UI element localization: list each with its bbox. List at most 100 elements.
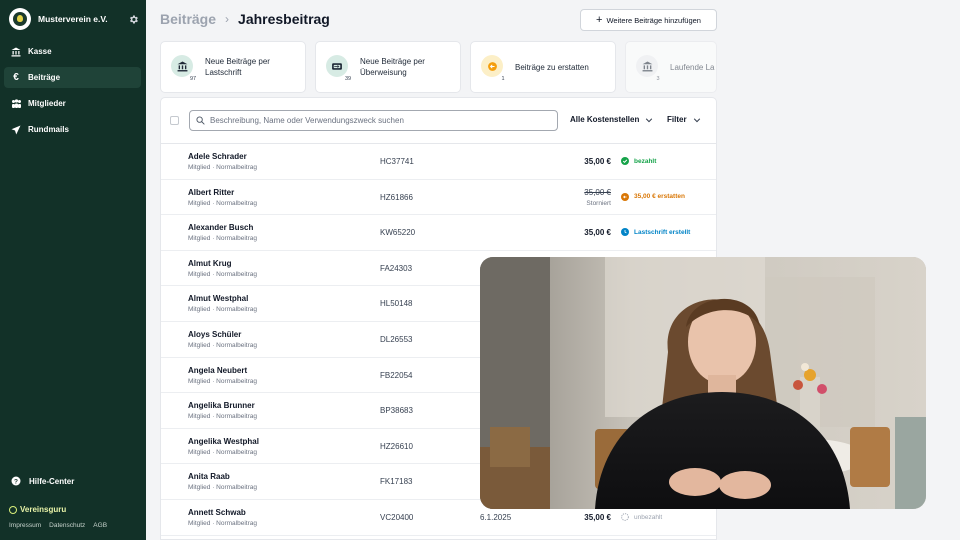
table-row[interactable]: Adele Schrader Mitglied · Normalbeitrag HC… [161, 144, 716, 180]
amount: 35,00 € [584, 157, 611, 166]
member-subtitle: Mitglied · Normalbeitrag [188, 342, 257, 349]
status-paid-icon [621, 157, 629, 165]
amount: 35,00 € [584, 187, 611, 197]
member-subtitle: Mitglied · Normalbeitrag [188, 164, 257, 171]
card-icon-wrap: 97 [171, 55, 199, 83]
presenter-video [480, 257, 926, 509]
add-contributions-button[interactable]: + Weitere Beiträge hinzufügen [580, 9, 717, 31]
member-subtitle: Mitglied · Normalbeitrag [188, 448, 257, 456]
help-center-label: Hilfe-Center [29, 476, 75, 486]
amount: 35,00 € [584, 228, 611, 238]
card-label: Beiträge zu erstatten [515, 62, 589, 72]
breadcrumb-parent[interactable]: Beiträge [160, 11, 216, 27]
status-debit-icon [621, 228, 629, 237]
member-subtitle: Mitglied · Normalbeitrag [188, 520, 257, 527]
select-all-checkbox[interactable] [170, 116, 179, 125]
member-subtitle: Mitglied · Normalbeitrag [188, 413, 257, 421]
chevron-down-icon [646, 117, 653, 122]
search-input[interactable] [210, 116, 550, 125]
add-contributions-label: Weitere Beiträge hinzufügen [606, 15, 701, 25]
member-name[interactable]: Almut Krug [188, 259, 232, 268]
status-label: Lastschrift erstellt [634, 228, 691, 236]
sidebar-item-beitraege[interactable]: € Beiträge [4, 67, 141, 88]
footer-link-impressum[interactable]: Impressum [9, 522, 41, 529]
member-name[interactable]: Angelika Brunner [188, 401, 255, 410]
bank-icon [10, 46, 22, 58]
member-subtitle: Mitglied · Normalbeitrag [188, 199, 257, 207]
status-badge[interactable]: 35,00 € erstatten [621, 192, 685, 201]
org-logo [9, 8, 31, 30]
svg-text:?: ? [14, 478, 18, 485]
member-name[interactable]: Alexander Busch [188, 223, 253, 232]
sidebar-item-label: Mitglieder [28, 99, 66, 108]
filter-dropdown[interactable]: Filter [667, 115, 701, 124]
status-unpaid-icon [621, 513, 629, 521]
member-name[interactable]: Anita Raab [188, 472, 230, 481]
presenter-video-frame [480, 257, 926, 509]
table-toolbar: Alle Kostenstellen Filter [161, 98, 716, 144]
footer-links: Impressum Datenschutz AGB [9, 522, 107, 529]
chevron-down-icon [693, 117, 700, 122]
member-name[interactable]: Albert Ritter [188, 188, 234, 197]
payment-reference: FK17183 [380, 477, 413, 487]
search-icon [196, 112, 205, 130]
count-badge: 3 [652, 74, 664, 83]
cost-center-dropdown[interactable]: Alle Kostenstellen [570, 115, 653, 124]
member-subtitle: Mitglied · Normalbeitrag [188, 306, 257, 314]
payment-reference: DL26553 [380, 335, 413, 344]
footer-link-agb[interactable]: AGB [93, 522, 107, 529]
footer-link-datenschutz[interactable]: Datenschutz [49, 522, 85, 529]
member-subtitle: Mitglied · Normalbeitrag [188, 235, 257, 243]
status-label: 35,00 € erstatten [634, 193, 685, 201]
count-badge: 97 [187, 74, 199, 83]
table-row[interactable]: Albert Ritter Mitglied · Normalbeitrag HZ6… [161, 180, 716, 216]
sidebar-item-label: Kasse [28, 47, 52, 56]
card-refunds[interactable]: 1 Beiträge zu erstatten [470, 41, 616, 93]
card-label: Neue Beiträge per Überweisung [360, 57, 425, 77]
help-icon: ? [10, 475, 22, 487]
member-subtitle: Mitglied · Normalbeitrag [188, 377, 257, 385]
card-new-transfer[interactable]: 39 Neue Beiträge per Überweisung [315, 41, 461, 93]
sidebar-item-kasse[interactable]: Kasse [4, 41, 141, 62]
status-badge[interactable]: Lastschrift erstellt [621, 228, 691, 237]
sidebar-item-mitglieder[interactable]: Mitglieder [4, 93, 141, 114]
sidebar: Musterverein e.V. Kasse € Beiträge Mitglied… [0, 0, 146, 540]
member-name[interactable]: Angelika Westphal [188, 437, 259, 446]
member-name[interactable]: Almut Westphal [188, 294, 248, 303]
card-running-debits[interactable]: 3 Laufende La [625, 41, 717, 93]
breadcrumb: Beiträge › Jahresbeitrag [160, 11, 330, 27]
card-icon-wrap: 39 [326, 55, 354, 83]
filter-label: Filter [667, 115, 687, 124]
member-name[interactable]: Aloys Schüler [188, 330, 241, 339]
count-badge: 39 [342, 74, 354, 83]
vereinsguru-icon [9, 505, 17, 514]
status-badge[interactable]: bezahlt [621, 157, 656, 165]
payment-reference: BP38683 [380, 406, 413, 416]
help-center-link[interactable]: ? Hilfe-Center [10, 475, 74, 487]
brand-name: Vereinsguru [20, 505, 67, 514]
payment-reference: FB22054 [380, 370, 413, 380]
gear-icon[interactable] [127, 13, 139, 25]
sidebar-item-rundmails[interactable]: Rundmails [4, 119, 141, 140]
status-badge[interactable]: unbezahlt [621, 513, 662, 521]
payment-reference: HC37741 [380, 157, 414, 166]
member-name[interactable]: Annett Schwab [188, 508, 246, 517]
payment-reference: KW65220 [380, 228, 416, 238]
cancelled-note: Storniert [586, 199, 611, 207]
payment-reference: FA24303 [380, 263, 413, 273]
status-refund-icon [621, 192, 629, 201]
payment-reference: HZ26610 [380, 441, 413, 451]
table-row[interactable]: Alexander Busch Mitglied · Normalbeitrag K… [161, 215, 716, 251]
payment-date: 6.1.2025 [480, 513, 512, 522]
sidebar-item-label: Beiträge [28, 73, 61, 82]
org-header[interactable]: Musterverein e.V. [9, 8, 139, 30]
card-label: Laufende La [670, 62, 715, 72]
member-name[interactable]: Adele Schrader [188, 152, 247, 161]
member-name[interactable]: Angela Neubert [188, 366, 247, 375]
member-subtitle: Mitglied · Normalbeitrag [188, 270, 257, 278]
search-box[interactable] [189, 110, 558, 131]
member-subtitle: Mitglied · Normalbeitrag [188, 484, 257, 492]
card-icon-wrap: 3 [636, 55, 664, 83]
card-new-direct-debit[interactable]: 97 Neue Beiträge per Lastschrift [160, 41, 306, 93]
vereinsguru-logo: Vereinsguru [9, 505, 66, 514]
